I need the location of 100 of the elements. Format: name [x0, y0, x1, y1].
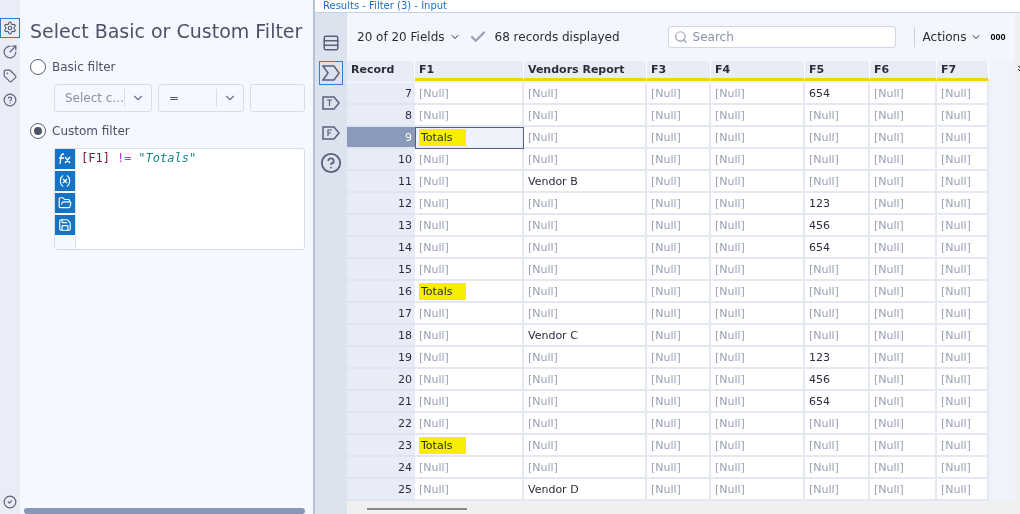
- table-cell: [Null]: [647, 127, 711, 149]
- table-cell: [Null]: [524, 215, 647, 237]
- table-cell: [Null]: [805, 457, 870, 479]
- expression-code: [F1] != "Totals": [80, 150, 198, 167]
- table-cell: [Null]: [647, 303, 711, 325]
- tag-outline-icon[interactable]: [319, 61, 343, 85]
- record-number[interactable]: 11: [347, 171, 415, 193]
- table-cell: [Null]: [937, 325, 989, 347]
- scrollbar-thumb[interactable]: [367, 508, 467, 510]
- column-header[interactable]: F3: [647, 61, 711, 81]
- expression-editor[interactable]: [F1] != "Totals": [54, 148, 305, 250]
- table-cell: [Null]: [805, 281, 870, 303]
- operator-dropdown[interactable]: =: [158, 84, 244, 112]
- column-header[interactable]: Vendors Report: [524, 61, 647, 81]
- table-cell: [Null]: [647, 237, 711, 259]
- table-cell: [Null]: [415, 215, 524, 237]
- table-cell: [Null]: [805, 105, 870, 127]
- record-number[interactable]: 17: [347, 303, 415, 325]
- column-header[interactable]: F7: [937, 61, 989, 81]
- record-number[interactable]: 14: [347, 237, 415, 259]
- column-header[interactable]: F4: [711, 61, 805, 81]
- table-cell: [Null]: [937, 479, 989, 501]
- more-button[interactable]: 000: [990, 32, 1006, 42]
- record-number[interactable]: 24: [347, 457, 415, 479]
- scrollbar-thumb[interactable]: [24, 508, 305, 514]
- table-cell: [Null]: [711, 259, 805, 281]
- table-cell: [Null]: [711, 193, 805, 215]
- fields-dropdown[interactable]: 20 of 20 Fields: [357, 30, 461, 44]
- actions-dropdown[interactable]: Actions: [922, 30, 983, 44]
- record-number[interactable]: 22: [347, 413, 415, 435]
- column-header[interactable]: F1: [415, 61, 524, 81]
- table-cell: [Null]: [647, 105, 711, 127]
- table-cell: 654: [805, 391, 870, 413]
- table-cell: [Null]: [870, 215, 937, 237]
- table-cell: [Null]: [937, 149, 989, 171]
- table-cell: [Null]: [415, 479, 524, 501]
- table-cell: [Null]: [870, 193, 937, 215]
- column-header[interactable]: F6: [870, 61, 937, 81]
- help-icon[interactable]: [319, 151, 343, 175]
- table-cell: [Null]: [805, 413, 870, 435]
- radio-button[interactable]: [30, 59, 46, 75]
- table-cell: [Null]: [805, 325, 870, 347]
- results-title: Results - Filter (3) - Input: [323, 0, 448, 12]
- table-cell: [Null]: [805, 127, 870, 149]
- table-cell: [Null]: [524, 303, 647, 325]
- record-number[interactable]: 8: [347, 105, 415, 127]
- record-number[interactable]: 15: [347, 259, 415, 281]
- record-number[interactable]: 19: [347, 347, 415, 369]
- record-number[interactable]: 12: [347, 193, 415, 215]
- record-number[interactable]: 21: [347, 391, 415, 413]
- function-icon[interactable]: [55, 149, 75, 169]
- table-cell: 654: [805, 237, 870, 259]
- table-cell: [Null]: [870, 171, 937, 193]
- variable-icon[interactable]: [55, 171, 75, 191]
- table-cell: [Null]: [870, 325, 937, 347]
- table-cell: [Null]: [415, 303, 524, 325]
- table-cell: [Null]: [805, 149, 870, 171]
- records-count: 68 records displayed: [494, 30, 620, 44]
- record-number[interactable]: 7: [347, 83, 415, 105]
- table-cell: [Null]: [870, 435, 937, 457]
- table-cell: 123: [805, 347, 870, 369]
- table-cell: [Null]: [524, 281, 647, 303]
- record-number[interactable]: 13: [347, 215, 415, 237]
- table-cell: 654: [805, 83, 870, 105]
- record-number[interactable]: 16: [347, 281, 415, 303]
- table-cell: [Null]: [711, 391, 805, 413]
- table-cell: [Null]: [415, 83, 524, 105]
- record-number[interactable]: 18: [347, 325, 415, 347]
- column-header[interactable]: F5: [805, 61, 870, 81]
- record-number[interactable]: 20: [347, 369, 415, 391]
- save-icon[interactable]: [55, 215, 75, 235]
- value-field[interactable]: [250, 84, 305, 112]
- table-cell: [Null]: [937, 259, 989, 281]
- record-number[interactable]: 25: [347, 479, 415, 501]
- settings-icon[interactable]: [0, 18, 20, 38]
- record-number[interactable]: 10: [347, 149, 415, 171]
- table-cell: [Null]: [711, 105, 805, 127]
- table-cell: [Null]: [415, 369, 524, 391]
- folder-icon[interactable]: [55, 193, 75, 213]
- search-field[interactable]: Search: [667, 26, 896, 48]
- radio-label: Basic filter: [52, 60, 116, 74]
- table-cell: 123: [805, 193, 870, 215]
- table-cell: [Null]: [870, 303, 937, 325]
- table-cell: [Null]: [524, 435, 647, 457]
- highlight-mark: Totals: [419, 282, 467, 300]
- radio-button[interactable]: [30, 123, 46, 139]
- table-cell: [Null]: [937, 369, 989, 391]
- table-cell: [Null]: [647, 259, 711, 281]
- table-cell: [Null]: [711, 303, 805, 325]
- table-cell: [Null]: [415, 193, 524, 215]
- column-header[interactable]: Record: [347, 61, 415, 81]
- table-cell: [Null]: [415, 413, 524, 435]
- highlight-mark: Totals: [419, 436, 467, 454]
- record-number[interactable]: 23: [347, 435, 415, 457]
- table-cell: [Null]: [524, 83, 647, 105]
- table-cell: [Null]: [415, 237, 524, 259]
- table-cell: [Null]: [647, 369, 711, 391]
- table-cell: [Null]: [524, 105, 647, 127]
- table-cell: [Null]: [937, 303, 989, 325]
- table-cell: Vendor D: [524, 479, 647, 501]
